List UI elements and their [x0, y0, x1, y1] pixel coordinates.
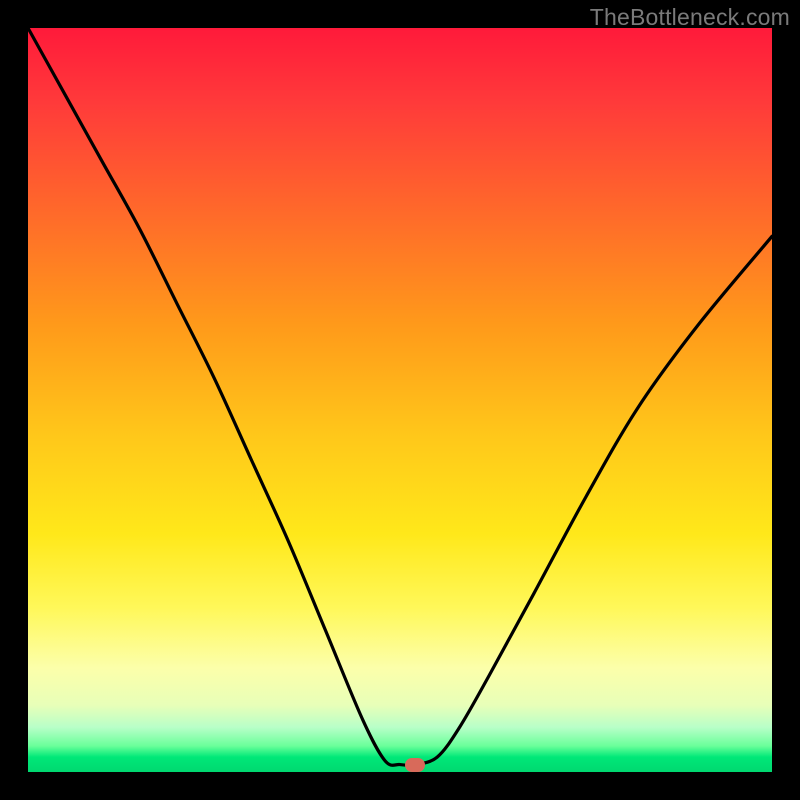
watermark-text: TheBottleneck.com [590, 4, 790, 31]
bottleneck-curve [28, 28, 772, 772]
plot-area [28, 28, 772, 772]
chart-frame: TheBottleneck.com [0, 0, 800, 800]
optimal-point-marker [405, 758, 425, 772]
